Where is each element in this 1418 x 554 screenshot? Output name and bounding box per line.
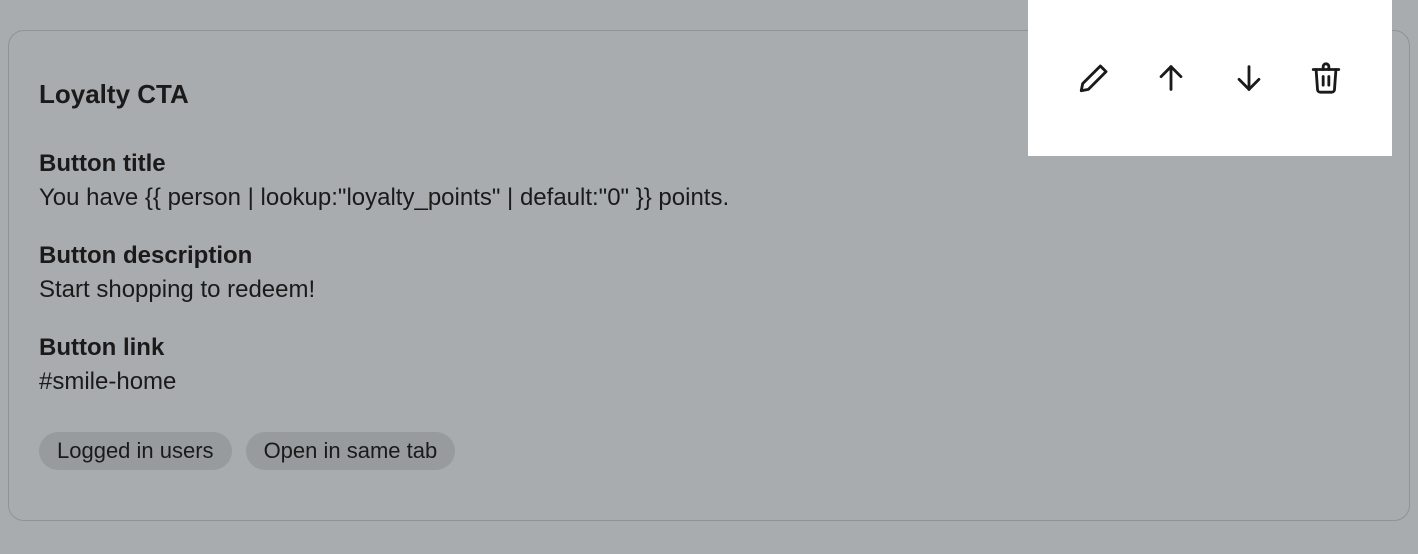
field-value: You have {{ person | lookup:"loyalty_poi… <box>39 184 1379 212</box>
tag-open-in-same-tab: Open in same tab <box>246 432 456 470</box>
field-label: Button description <box>39 242 1379 270</box>
field-button-link: Button link #smile-home <box>39 334 1379 396</box>
arrow-up-icon <box>1154 61 1188 95</box>
field-label: Button link <box>39 334 1379 362</box>
tag-logged-in-users: Logged in users <box>39 432 232 470</box>
arrow-down-icon <box>1232 61 1266 95</box>
field-button-description: Button description Start shopping to red… <box>39 242 1379 304</box>
move-up-button[interactable] <box>1149 56 1193 100</box>
field-value: Start shopping to redeem! <box>39 276 1379 304</box>
field-button-title: Button title You have {{ person | lookup… <box>39 150 1379 212</box>
field-value: #smile-home <box>39 368 1379 396</box>
pencil-icon <box>1077 61 1111 95</box>
tag-row: Logged in users Open in same tab <box>39 432 1379 470</box>
card-toolbar <box>1028 0 1392 156</box>
delete-button[interactable] <box>1304 56 1348 100</box>
trash-icon <box>1309 61 1343 95</box>
move-down-button[interactable] <box>1227 56 1271 100</box>
edit-button[interactable] <box>1072 56 1116 100</box>
